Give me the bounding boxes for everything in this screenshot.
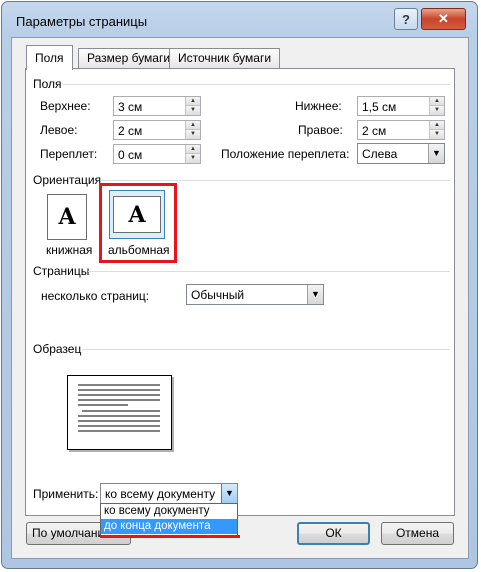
section-divider xyxy=(82,349,450,350)
annotation-underline xyxy=(100,535,240,538)
cancel-button[interactable]: Отмена xyxy=(381,522,454,545)
close-icon: ✕ xyxy=(438,11,449,26)
portrait-option[interactable]: A книжная xyxy=(38,190,98,260)
chevron-down-icon[interactable]: ▼ xyxy=(221,484,237,503)
landscape-option[interactable]: A альбомная xyxy=(99,183,177,263)
spin-up-icon[interactable]: ▲ xyxy=(185,121,200,130)
gutter-position-select[interactable]: Слева ▼ xyxy=(357,143,445,164)
gutter-position-value: Слева xyxy=(362,147,398,161)
help-icon: ? xyxy=(402,11,410,27)
margins-section-title: Поля xyxy=(33,77,62,91)
portrait-letter: A xyxy=(58,204,76,230)
window-title: Параметры страницы xyxy=(16,14,148,29)
right-margin-value[interactable]: 2 см xyxy=(362,124,386,138)
spin-down-icon[interactable]: ▼ xyxy=(185,154,200,163)
spin-up-icon[interactable]: ▲ xyxy=(185,145,200,154)
spin-down-icon[interactable]: ▼ xyxy=(429,106,444,115)
top-margin-value[interactable]: 3 см xyxy=(118,100,142,114)
portrait-page-icon: A xyxy=(47,194,87,240)
close-button[interactable]: ✕ xyxy=(421,8,466,30)
ok-button[interactable]: ОК xyxy=(297,522,370,545)
gutter-label: Переплет: xyxy=(40,147,98,161)
help-button[interactable]: ? xyxy=(394,8,418,30)
portrait-label: книжная xyxy=(46,243,93,257)
top-margin-label: Верхнее: xyxy=(40,99,91,113)
apply-option-to-end[interactable]: до конца документа xyxy=(101,519,237,534)
chevron-down-icon[interactable]: ▼ xyxy=(307,285,323,304)
top-margin-spinner[interactable]: 3 см ▲ ▼ xyxy=(113,96,201,116)
preview-page xyxy=(67,375,172,450)
multiple-pages-label: несколько страниц: xyxy=(41,289,150,303)
multiple-pages-value: Обычный xyxy=(191,288,245,302)
apply-dropdown-list: ко всему документу до конца документа xyxy=(100,503,238,536)
spin-up-icon[interactable]: ▲ xyxy=(429,121,444,130)
tab-margins[interactable]: Поля xyxy=(26,45,73,70)
landscape-letter: A xyxy=(128,201,146,228)
multiple-pages-select[interactable]: Обычный ▼ xyxy=(186,284,324,305)
landscape-label: альбомная xyxy=(108,243,170,257)
bottom-margin-value[interactable]: 1,5 см xyxy=(362,100,396,114)
spin-down-icon[interactable]: ▼ xyxy=(429,130,444,139)
section-divider xyxy=(88,271,450,272)
apply-value: ко всему документу xyxy=(105,487,216,501)
chevron-down-icon[interactable]: ▼ xyxy=(428,144,444,163)
right-margin-spinner[interactable]: 2 см ▲ ▼ xyxy=(357,120,445,140)
orientation-section-title: Ориентация xyxy=(33,173,102,187)
pages-section-title: Страницы xyxy=(33,264,90,278)
section-divider xyxy=(100,180,450,181)
preview-section-title: Образец xyxy=(33,342,82,356)
apply-select[interactable]: ко всему документу ▼ xyxy=(100,483,238,504)
left-margin-label: Левое: xyxy=(40,123,78,137)
bottom-margin-label: Нижнее: xyxy=(295,99,342,113)
left-margin-value[interactable]: 2 см xyxy=(118,124,142,138)
tab-paper-size[interactable]: Размер бумаги xyxy=(78,48,180,68)
landscape-page-icon: A xyxy=(113,196,161,233)
apply-option-whole-document[interactable]: ко всему документу xyxy=(101,504,237,519)
gutter-value[interactable]: 0 см xyxy=(118,148,142,162)
gutter-spinner[interactable]: 0 см ▲ ▼ xyxy=(113,144,201,164)
spin-up-icon[interactable]: ▲ xyxy=(429,97,444,106)
apply-label: Применить: xyxy=(33,487,99,501)
right-margin-label: Правое: xyxy=(298,123,343,137)
gutter-position-label: Положение переплета: xyxy=(221,147,350,161)
section-divider xyxy=(62,84,450,85)
spin-up-icon[interactable]: ▲ xyxy=(185,97,200,106)
tab-paper-source[interactable]: Источник бумаги xyxy=(169,48,281,68)
bottom-margin-spinner[interactable]: 1,5 см ▲ ▼ xyxy=(357,96,445,116)
spin-down-icon[interactable]: ▼ xyxy=(185,106,200,115)
left-margin-spinner[interactable]: 2 см ▲ ▼ xyxy=(113,120,201,140)
preview-text-lines xyxy=(78,384,160,432)
spin-down-icon[interactable]: ▼ xyxy=(185,130,200,139)
